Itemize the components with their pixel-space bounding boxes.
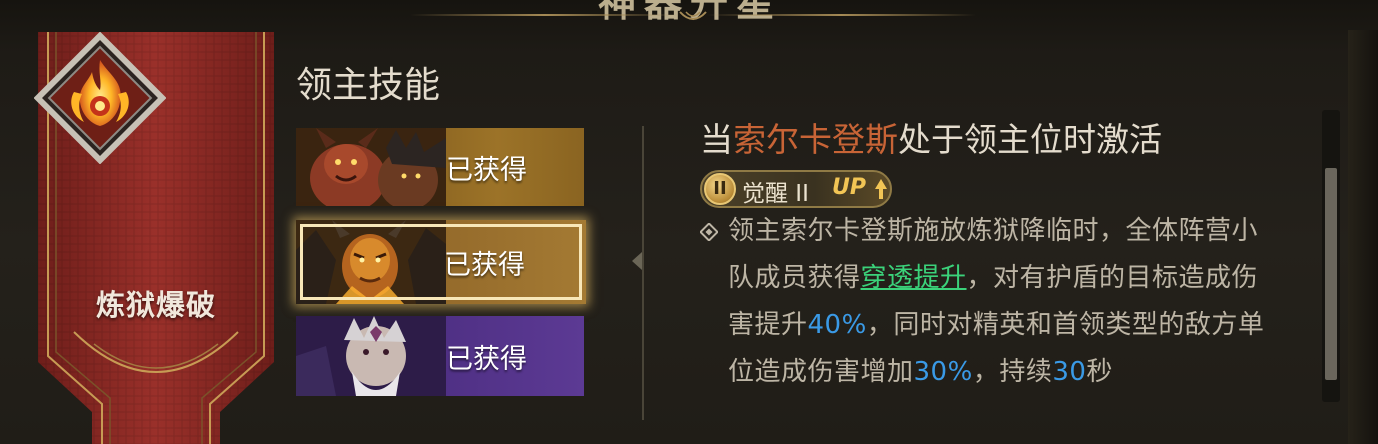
panel-right-frame [1348,30,1378,444]
scrollbar-thumb[interactable] [1325,168,1337,380]
section-title: 领主技能 [296,65,441,106]
condition-prefix: 当 [700,120,733,159]
awaken-level-badge[interactable]: II 觉醒 II UP [700,170,892,208]
hero-name: 索尔卡登斯 [733,120,898,159]
skill-description: 领主索尔卡登斯施放炼狱降临时，全体阵营小队成员获得穿透提升，对有护盾的目标造成伤… [700,208,1300,398]
title-divider-left [410,14,680,16]
flame-emblem-icon [34,32,166,164]
divider-pointer-icon [632,252,642,270]
desc-text-4: ，持续 [972,357,1053,387]
panel-divider [642,126,644,420]
skill-card-3[interactable]: 已获得 [296,316,584,396]
awaken-label: 觉醒 II [742,181,809,207]
activation-condition: 当索尔卡登斯处于领主位时激活 [700,113,1162,161]
penetration-link[interactable]: 穿透提升 [861,263,967,293]
description-text: 领主索尔卡登斯施放炼狱降临时，全体阵营小队成员获得穿透提升，对有护盾的目标造成伤… [728,208,1272,396]
condition-suffix: 处于领主位时激活 [898,120,1162,159]
value-30: 30% [913,357,973,387]
duration-value: 30 [1052,357,1087,387]
skill-card-2-status: 已获得 [444,249,525,281]
skill-card-3-status: 已获得 [446,343,527,375]
skill-panel: 神器升星 [0,0,1378,444]
red-demon-portrait [296,128,446,206]
up-arrow-icon [875,179,887,199]
skill-card-2-selected[interactable]: 已获得 [296,220,586,304]
skill-card-1[interactable]: 已获得 [296,128,584,206]
banner-skill-name: 炼狱爆破 [95,288,216,322]
old-warlock-portrait [296,316,446,396]
title-divider-right [706,14,976,16]
awaken-tier-icon: II [704,173,736,205]
skill-card-1-status: 已获得 [446,154,527,186]
upgrade-label: UP [832,175,866,200]
horned-lord-portrait [296,220,446,304]
skill-banner[interactable]: 炼狱爆破 [34,32,278,444]
title-ornament-icon [679,11,707,20]
bullet-diamond-icon [700,223,718,241]
value-40: 40% [807,310,867,340]
desc-text-5: 秒 [1086,357,1113,387]
